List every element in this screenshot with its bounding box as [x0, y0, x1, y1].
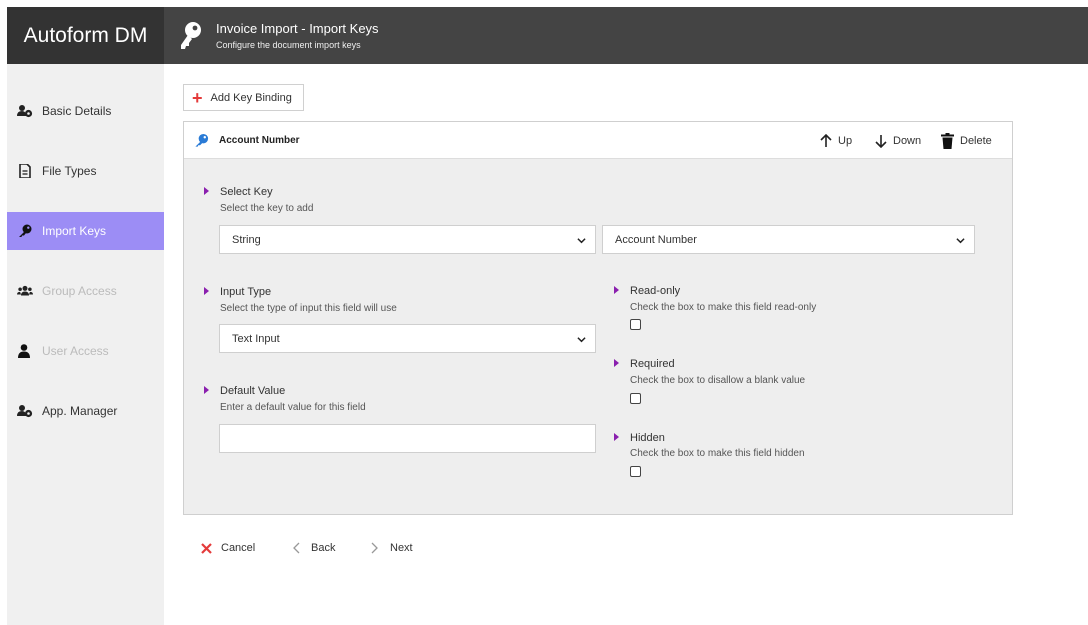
key-type-value: String — [232, 233, 261, 246]
key-name-value: Account Number — [615, 233, 697, 246]
move-down-label: Down — [893, 135, 922, 147]
required-label: Required — [614, 358, 675, 370]
select-key-description: Select the key to add — [220, 203, 314, 214]
chevron-down-icon — [577, 337, 586, 343]
key-icon — [181, 22, 201, 49]
read-only-description: Check the box to make this field read-on… — [630, 302, 817, 313]
cancel-button[interactable]: Cancel — [201, 540, 255, 556]
panel-title: Account Number — [219, 135, 300, 146]
select-key-label: Select Key — [204, 186, 273, 198]
page-title: Invoice Import - Import Keys — [216, 21, 379, 36]
trash-icon — [941, 133, 954, 149]
input-type-description: Select the type of input this field will… — [220, 303, 397, 314]
users-gear-icon — [17, 105, 33, 118]
sidebar-item-label: Import Keys — [42, 224, 107, 238]
sidebar-item-label: File Types — [42, 164, 97, 178]
group-icon — [17, 285, 33, 296]
input-type-label: Input Type — [203, 286, 272, 298]
user-icon — [18, 344, 30, 358]
sidebar-item-file-types[interactable]: File Types — [7, 152, 164, 190]
key-binding-panel: Account Number Up Down Delete Select Key… — [183, 121, 1013, 515]
chevron-right-icon — [371, 542, 378, 554]
required-checkbox[interactable] — [630, 393, 641, 404]
arrow-up-icon — [820, 134, 832, 147]
back-button[interactable]: Back — [292, 540, 335, 556]
input-type-select[interactable]: Text Input — [219, 324, 596, 353]
key-icon — [195, 133, 209, 147]
default-value-label: Default Value — [203, 385, 286, 397]
default-value-input[interactable] — [219, 424, 596, 453]
users-gear-icon — [17, 405, 33, 418]
add-key-binding-label: Add Key Binding — [210, 91, 292, 104]
chevron-left-icon — [293, 542, 300, 554]
key-icon — [19, 224, 32, 237]
move-up-label: Up — [838, 135, 853, 147]
sidebar-item-group-access[interactable]: Group Access — [7, 272, 164, 310]
sidebar-item-user-access[interactable]: User Access — [7, 332, 164, 370]
next-button[interactable]: Next — [371, 540, 413, 556]
hidden-label: Hidden — [614, 432, 665, 444]
app-header: Autoform DM Invoice Import - Import Keys… — [7, 7, 1088, 64]
key-name-select[interactable]: Account Number — [602, 225, 975, 254]
next-label: Next — [390, 542, 413, 554]
sidebar-item-label: Basic Details — [42, 104, 112, 118]
delete-label: Delete — [960, 135, 992, 147]
hidden-description: Check the box to make this field hidden — [630, 448, 805, 459]
read-only-label: Read-only — [613, 285, 681, 297]
chevron-down-icon — [577, 238, 586, 244]
hidden-checkbox[interactable] — [630, 466, 641, 477]
input-type-value: Text Input — [232, 332, 280, 345]
arrow-down-icon — [875, 135, 887, 148]
cancel-label: Cancel — [221, 542, 256, 554]
close-icon — [201, 542, 212, 554]
back-label: Back — [311, 542, 336, 554]
sidebar-item-import-keys[interactable]: Import Keys — [7, 212, 164, 250]
key-type-select[interactable]: String — [219, 225, 596, 254]
move-up-button[interactable]: Up — [820, 132, 852, 150]
app-title: Autoform DM — [7, 7, 164, 64]
sidebar-item-app-manager[interactable]: App. Manager — [7, 392, 164, 430]
move-down-button[interactable]: Down — [875, 132, 921, 150]
sidebar-item-label: App. Manager — [42, 404, 118, 418]
sidebar-item-basic-details[interactable]: Basic Details — [7, 92, 164, 130]
sidebar: Basic Details File Types Import Keys Gro… — [7, 64, 164, 625]
read-only-checkbox[interactable] — [630, 319, 641, 330]
add-key-binding-button[interactable]: + Add Key Binding — [183, 84, 304, 111]
panel-header: Account Number Up Down Delete — [184, 122, 1012, 159]
sidebar-item-label: Group Access — [42, 284, 117, 298]
delete-button[interactable]: Delete — [941, 132, 992, 150]
plus-icon: + — [192, 87, 203, 108]
page-subtitle: Configure the document import keys — [216, 40, 361, 50]
sidebar-item-label: User Access — [42, 344, 109, 358]
chevron-down-icon — [956, 238, 965, 244]
file-icon — [19, 164, 31, 178]
default-value-description: Enter a default value for this field — [220, 402, 366, 413]
required-description: Check the box to disallow a blank value — [630, 375, 806, 386]
